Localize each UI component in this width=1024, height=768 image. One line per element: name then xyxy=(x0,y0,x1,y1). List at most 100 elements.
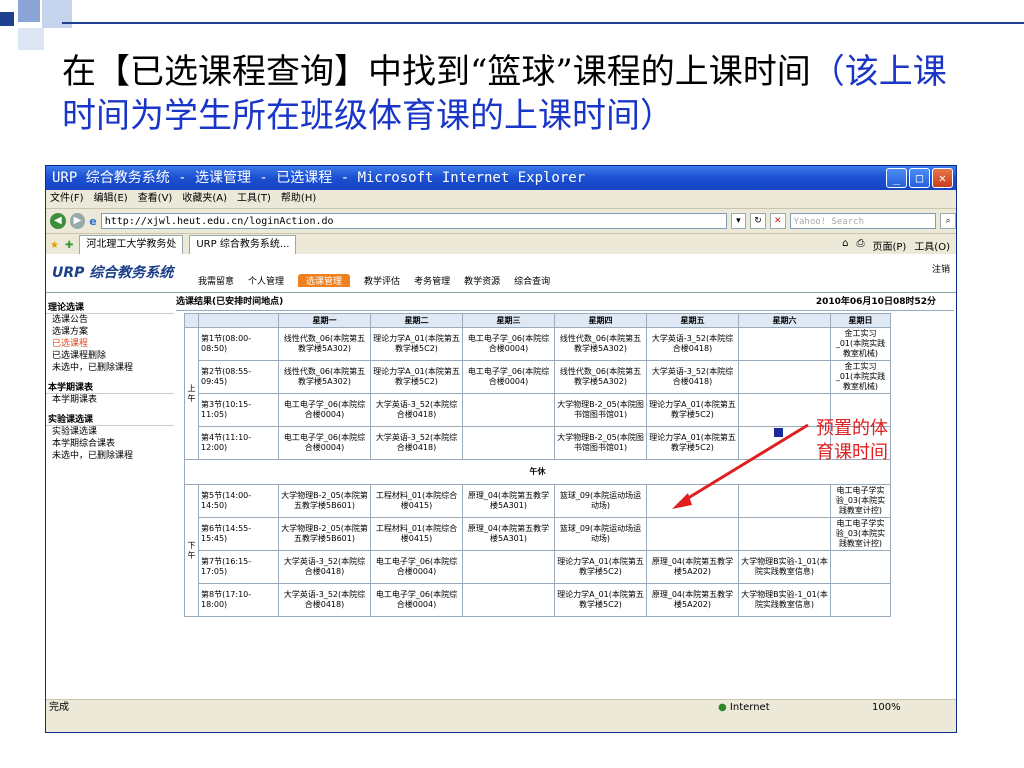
main-title: 选课结果(已安排时间地点) xyxy=(176,297,284,307)
course-cell: 大学英语-3_52(本院综合楼0418) xyxy=(646,360,739,394)
course-cell: 大学物理B-2_05(本院第五教学楼5B601) xyxy=(278,517,371,551)
status-text: 完成 xyxy=(49,702,69,713)
menu-view[interactable]: 查看(V) xyxy=(138,190,173,208)
decor-square-2 xyxy=(18,0,40,22)
menu-tools[interactable]: 工具(T) xyxy=(237,190,271,208)
sidebar-item[interactable]: 已选课程删除 xyxy=(46,350,174,362)
course-cell: 原理_04(本院第五教学楼5A301) xyxy=(462,484,555,518)
course-cell: 理论力学A_01(本院第五教学楼5C2) xyxy=(370,327,463,361)
day-header: 星期四 xyxy=(554,313,647,328)
menu-help[interactable]: 帮助(H) xyxy=(281,190,316,208)
globe-icon: ● xyxy=(718,702,727,713)
period-cell: 第7节(16:15-17:05) xyxy=(198,550,279,584)
nav-item[interactable]: 教学评估 xyxy=(364,274,400,287)
nav-item[interactable]: 综合查询 xyxy=(514,274,550,287)
course-cell: 电工电子学_06(本院综合楼0004) xyxy=(278,393,371,427)
home-icon[interactable]: ⌂ xyxy=(842,238,848,253)
course-cell xyxy=(462,550,555,584)
table-row: 第8节(17:10-18:00) 大学英语-3_52(本院综合楼0418) 电工电子… xyxy=(185,583,891,617)
zone-label: Internet xyxy=(729,702,770,713)
menu-favorites[interactable]: 收藏夹(A) xyxy=(182,190,227,208)
window-titlebar[interactable]: URP 综合教务系统 - 选课管理 - 已选课程 - Microsoft Int… xyxy=(46,166,956,190)
course-cell: 大学物理B-2_05(本院图书馆图书馆01) xyxy=(554,393,647,427)
page-menu[interactable]: 页面(P) xyxy=(872,238,906,253)
slide-title-main: 在【已选课程查询】中找到“篮球”课程的上课时间 xyxy=(62,52,811,92)
refresh-icon[interactable]: ↻ xyxy=(750,213,766,229)
add-favorite-icon[interactable]: ✚ xyxy=(65,240,73,251)
forward-icon[interactable]: ▶ xyxy=(69,213,86,229)
course-cell: 原理_04(本院第五教学楼5A202) xyxy=(646,583,739,617)
sidebar-item[interactable]: 未选中，已删除课程 xyxy=(46,362,174,374)
sidebar-section[interactable]: 本学期课表 xyxy=(46,380,174,394)
nav-item[interactable]: 教学资源 xyxy=(464,274,500,287)
course-cell: 电工电子学实验_03(本院实践教室计控) xyxy=(830,517,891,551)
day-header: 星期六 xyxy=(738,313,831,328)
zone-text: ● Internet xyxy=(718,700,770,716)
favorites-star-icon[interactable]: ★ xyxy=(50,240,59,251)
course-cell: 线性代数_06(本院第五教学楼5A302) xyxy=(554,360,647,394)
table-row: 第7节(16:15-17:05) 大学英语-3_52(本院综合楼0418) 电工电子… xyxy=(185,550,891,584)
sidebar-item[interactable]: 已选课程 xyxy=(46,338,174,350)
course-cell: 大学英语-3_52(本院综合楼0418) xyxy=(370,393,463,427)
search-icon[interactable]: ⌕ xyxy=(940,213,956,229)
nav-item[interactable]: 我需留意 xyxy=(198,274,234,287)
nav-item[interactable]: 个人管理 xyxy=(248,274,284,287)
url-input[interactable]: http://xjwl.heut.edu.cn/loginAction.do xyxy=(100,213,727,229)
course-cell: 大学物理B-2_05(本院第五教学楼5B601) xyxy=(278,484,371,518)
sidebar-item[interactable]: 选课方案 xyxy=(46,326,174,338)
course-cell: 原理_04(本院第五教学楼5A202) xyxy=(646,550,739,584)
print-icon[interactable]: ⎙ xyxy=(856,238,864,253)
period-cell: 第8节(17:10-18:00) xyxy=(198,583,279,617)
course-cell xyxy=(646,517,739,551)
table-row: 第2节(08:55-09:45) 线性代数_06(本院第五教学楼5A302) 理论力… xyxy=(185,360,891,394)
close-button[interactable]: ✕ xyxy=(932,168,953,188)
menu-bar: 文件(F) 编辑(E) 查看(V) 收藏夹(A) 工具(T) 帮助(H) xyxy=(46,190,956,209)
status-bar: 完成 ● Internet 100% xyxy=(46,699,956,716)
decor-line xyxy=(62,22,1024,24)
course-cell: 理论力学A_01(本院第五教学楼5C2) xyxy=(554,550,647,584)
datetime: 2010年06月10日08时52分 xyxy=(815,297,936,307)
course-cell: 理论力学A_01(本院第五教学楼5C2) xyxy=(554,583,647,617)
course-cell: 工程材料_01(本院综合楼0415) xyxy=(370,517,463,551)
table-row: 第6节(14:55-15:45) 大学物理B-2_05(本院第五教学楼5B601)… xyxy=(185,517,891,551)
logout-link[interactable]: 注销 xyxy=(932,262,950,275)
sidebar-section[interactable]: 实验课选课 xyxy=(46,412,174,426)
course-cell: 线性代数_06(本院第五教学楼5A302) xyxy=(278,327,371,361)
course-cell: 大学英语-3_52(本院综合楼0418) xyxy=(370,426,463,460)
menu-file[interactable]: 文件(F) xyxy=(50,190,84,208)
search-input[interactable]: Yahoo! Search xyxy=(789,213,937,229)
annotation-line: 预置的体 xyxy=(816,418,888,439)
menu-edit[interactable]: 编辑(E) xyxy=(94,190,128,208)
stop-icon[interactable]: ✕ xyxy=(769,213,786,229)
nav-item[interactable]: 考务管理 xyxy=(414,274,450,287)
maximize-button[interactable]: □ xyxy=(909,168,930,188)
back-icon[interactable]: ◀ xyxy=(50,213,66,229)
sidebar-item[interactable]: 本学期课表 xyxy=(46,394,174,406)
tab-urp[interactable]: URP 综合教务系统... xyxy=(189,235,297,255)
sidebar-item[interactable]: 未选中，已删除课程 xyxy=(46,450,174,462)
course-cell: 线性代数_06(本院第五教学楼5A302) xyxy=(278,360,371,394)
nav-item-active[interactable]: 选课管理 xyxy=(298,274,351,287)
course-cell: 电工电子学_06(本院综合楼0004) xyxy=(370,583,463,617)
sidebar-section[interactable]: 理论选课 xyxy=(46,300,174,314)
period-cell: 第5节(14:00-14:50) xyxy=(198,484,279,518)
annotation-text: 预置的体 育课时间 xyxy=(816,417,888,465)
period-cell: 第6节(14:55-15:45) xyxy=(198,517,279,551)
course-cell: 电工电子学_06(本院综合楼0004) xyxy=(370,550,463,584)
course-cell: 篮球_09(本院运动场运动场) xyxy=(554,517,647,551)
sidebar-item[interactable]: 实验课选课 xyxy=(46,426,174,438)
course-cell: 金工实习_01(本院实践教室机械) xyxy=(830,327,891,361)
course-cell: 大学英语-3_52(本院综合楼0418) xyxy=(278,550,371,584)
sidebar-item[interactable]: 选课公告 xyxy=(46,314,174,326)
course-cell: 大学物理B实验-1_01(本院实践教室信息) xyxy=(738,583,831,617)
course-cell xyxy=(738,327,831,361)
zoom-level[interactable]: 100% xyxy=(872,700,901,716)
tab-hebei[interactable]: 河北理工大学教务处 xyxy=(79,235,184,255)
urp-logo: URP 综合教务系统 xyxy=(52,265,174,281)
course-cell: 篮球_09(本院运动场运动场) xyxy=(554,484,647,518)
sidebar-item[interactable]: 本学期综合课表 xyxy=(46,438,174,450)
tools-menu[interactable]: 工具(O) xyxy=(914,238,950,253)
dropdown-icon[interactable]: ▾ xyxy=(730,213,747,229)
minimize-button[interactable]: _ xyxy=(886,168,907,188)
day-header: 星期一 xyxy=(278,313,371,328)
